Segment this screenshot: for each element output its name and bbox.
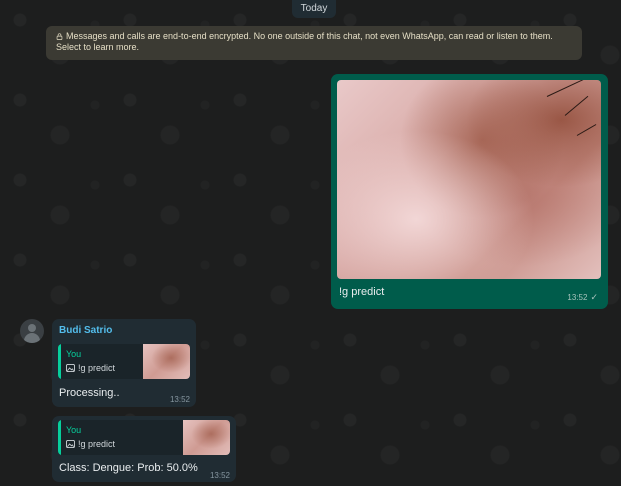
skin-photo	[337, 80, 601, 279]
quote-text: !g predict	[66, 363, 115, 373]
sent-image[interactable]	[337, 80, 601, 279]
message-text: Class: Dengue: Prob: 50.0%	[59, 462, 198, 474]
quote-text: !g predict	[66, 439, 115, 449]
photo-icon	[66, 440, 75, 448]
quoted-message[interactable]: You !g predict	[58, 344, 190, 379]
quote-text-label: !g predict	[78, 439, 116, 449]
date-divider: Today	[292, 0, 336, 18]
quote-text-label: !g predict	[78, 363, 116, 373]
quote-author: You	[66, 349, 82, 359]
photo-icon	[66, 364, 75, 372]
encryption-notice[interactable]: Messages and calls are end-to-end encryp…	[46, 26, 582, 60]
quoted-message[interactable]: You !g predict	[58, 420, 230, 455]
quote-thumbnail	[183, 420, 230, 455]
avatar-head-shape	[28, 324, 36, 332]
quote-author: You	[66, 425, 82, 435]
message-time: 13:52	[209, 471, 230, 480]
quote-accent-bar	[58, 420, 61, 455]
message-text: Processing..	[59, 387, 120, 399]
encryption-notice-text: Messages and calls are end-to-end encryp…	[56, 31, 553, 52]
sender-name[interactable]: Budi Satrio	[59, 325, 112, 336]
incoming-message[interactable]: Budi Satrio You !g predict Processing.. …	[52, 319, 196, 407]
lock-icon	[56, 33, 63, 40]
avatar-body-shape	[24, 333, 40, 343]
incoming-message[interactable]: You !g predict Class: Dengue: Prob: 50.0…	[52, 416, 236, 482]
outgoing-image-message[interactable]: !g predict 13:52 ✓	[331, 74, 608, 309]
image-caption: !g predict	[339, 286, 385, 298]
double-check-icon: ✓	[590, 292, 598, 302]
message-time: 13:52	[169, 395, 190, 404]
quote-thumbnail	[143, 344, 190, 379]
message-time: 13:52 ✓	[567, 292, 598, 302]
avatar[interactable]	[20, 319, 44, 343]
quote-accent-bar	[58, 344, 61, 379]
